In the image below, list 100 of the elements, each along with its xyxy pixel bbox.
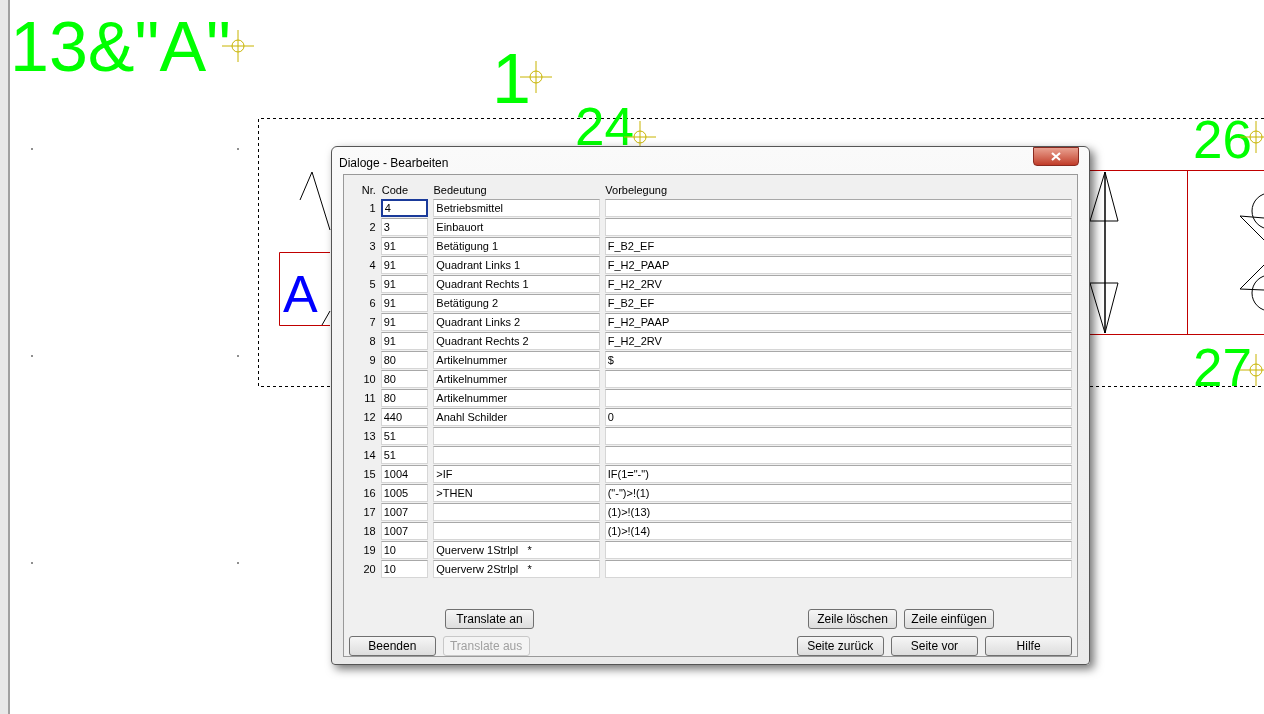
meaning-field[interactable]: Querverw 1Strlpl * bbox=[433, 541, 600, 559]
row-number: 12 bbox=[362, 409, 376, 425]
default-value-field[interactable]: (1)>!(13) bbox=[604, 503, 1072, 521]
code-field[interactable]: 91 bbox=[380, 275, 429, 293]
meaning-field[interactable]: Anahl Schilder bbox=[433, 408, 600, 426]
meaning-field[interactable] bbox=[433, 522, 600, 540]
meaning-field[interactable]: Quadrant Rechts 1 bbox=[433, 275, 600, 293]
canvas-label: 26 bbox=[1193, 113, 1252, 166]
row-number: 20 bbox=[362, 561, 376, 577]
dialog-button[interactable]: Hilfe bbox=[985, 636, 1072, 656]
default-value-field[interactable] bbox=[604, 427, 1072, 445]
dialog-button[interactable]: Beenden bbox=[349, 636, 436, 656]
canvas-label: A bbox=[283, 268, 318, 320]
meaning-field[interactable]: Querverw 2Strlpl * bbox=[433, 560, 600, 578]
meaning-field[interactable] bbox=[433, 427, 600, 445]
meaning-field[interactable]: Artikelnummer bbox=[433, 389, 600, 407]
default-value-field[interactable] bbox=[604, 560, 1072, 578]
default-value-field[interactable] bbox=[604, 218, 1072, 236]
code-field[interactable]: 51 bbox=[380, 427, 429, 445]
code-field[interactable]: 91 bbox=[380, 237, 429, 255]
row-number: 8 bbox=[368, 333, 376, 349]
code-field[interactable]: 91 bbox=[380, 256, 429, 274]
code-field[interactable]: 1004 bbox=[380, 465, 429, 483]
default-value-field[interactable] bbox=[604, 389, 1072, 407]
column-header: Bedeutung bbox=[433, 182, 488, 198]
row-number: 19 bbox=[362, 542, 376, 558]
canvas-label: 27 bbox=[1193, 341, 1252, 394]
default-value-field[interactable]: F_B2_EF bbox=[604, 237, 1072, 255]
meaning-field[interactable]: Quadrant Links 1 bbox=[433, 256, 600, 274]
meaning-field[interactable]: Artikelnummer bbox=[433, 351, 600, 369]
row-number: 9 bbox=[368, 352, 376, 368]
meaning-field[interactable]: >IF bbox=[433, 465, 600, 483]
row-number: 18 bbox=[362, 523, 376, 539]
canvas-label: 24 bbox=[575, 100, 634, 153]
default-value-field[interactable]: F_H2_PAAP bbox=[604, 313, 1072, 331]
default-value-field[interactable]: ("-")>!(1) bbox=[604, 484, 1072, 502]
row-number: 1 bbox=[368, 200, 376, 216]
code-field[interactable]: 80 bbox=[380, 370, 429, 388]
code-field[interactable]: 1007 bbox=[380, 503, 429, 521]
code-field[interactable]: 91 bbox=[380, 313, 429, 331]
code-field[interactable]: 1007 bbox=[380, 522, 429, 540]
close-icon bbox=[1051, 152, 1061, 161]
row-number: 11 bbox=[363, 390, 376, 406]
meaning-field[interactable]: Betriebsmittel bbox=[433, 199, 600, 217]
row-number: 5 bbox=[368, 276, 376, 292]
meaning-field[interactable]: Quadrant Rechts 2 bbox=[433, 332, 600, 350]
code-field[interactable]: 440 bbox=[380, 408, 429, 426]
default-value-field[interactable]: (1)>!(14) bbox=[604, 522, 1072, 540]
row-number: 13 bbox=[362, 428, 376, 444]
dialog-button[interactable]: Zeile einfügen bbox=[904, 609, 994, 629]
column-header: Code bbox=[380, 182, 410, 198]
row-number: 2 bbox=[368, 219, 376, 235]
code-field[interactable]: 91 bbox=[380, 294, 429, 312]
window-title: Dialoge - Bearbeiten bbox=[339, 155, 449, 172]
code-field[interactable]: 91 bbox=[380, 332, 429, 350]
close-button[interactable] bbox=[1033, 147, 1079, 166]
code-field[interactable]: 80 bbox=[380, 351, 429, 369]
dialog-button[interactable]: Seite zurück bbox=[796, 636, 884, 656]
code-field[interactable]: 3 bbox=[380, 218, 429, 236]
meaning-field[interactable] bbox=[433, 503, 600, 521]
row-number: 15 bbox=[362, 466, 376, 482]
default-value-field[interactable] bbox=[604, 541, 1072, 559]
row-number: 3 bbox=[368, 238, 376, 254]
default-value-field[interactable]: F_H2_PAAP bbox=[604, 256, 1072, 274]
code-field[interactable]: 4 bbox=[380, 199, 429, 217]
default-value-field[interactable]: F_H2_2RV bbox=[604, 275, 1072, 293]
meaning-field[interactable]: >THEN bbox=[433, 484, 600, 502]
meaning-field[interactable]: Einbauort bbox=[433, 218, 600, 236]
default-value-field[interactable]: F_B2_EF bbox=[604, 294, 1072, 312]
column-header: Vorbelegung bbox=[605, 182, 669, 198]
code-field[interactable]: 10 bbox=[380, 541, 429, 559]
default-value-field[interactable]: IF(1="-") bbox=[604, 465, 1072, 483]
code-field[interactable]: 10 bbox=[380, 560, 429, 578]
dialog-button[interactable]: Seite vor bbox=[890, 636, 979, 656]
default-value-field[interactable] bbox=[604, 199, 1072, 217]
row-number: 6 bbox=[368, 295, 376, 311]
code-field[interactable]: 51 bbox=[380, 446, 429, 464]
code-field[interactable]: 1005 bbox=[380, 484, 429, 502]
dialog-button[interactable]: Translate an bbox=[445, 609, 534, 629]
canvas-label: 13&"A" bbox=[10, 12, 231, 82]
row-number: 17 bbox=[362, 504, 376, 520]
row-number: 10 bbox=[362, 371, 376, 387]
default-value-field[interactable]: 0 bbox=[604, 408, 1072, 426]
row-number: 14 bbox=[362, 447, 376, 463]
code-field[interactable]: 80 bbox=[380, 389, 429, 407]
canvas-label: 1 bbox=[492, 44, 531, 114]
column-header: Nr. bbox=[360, 182, 376, 198]
default-value-field[interactable]: F_H2_2RV bbox=[604, 332, 1072, 350]
dialog-button[interactable]: Zeile löschen bbox=[808, 609, 897, 629]
default-value-field[interactable] bbox=[604, 446, 1072, 464]
row-number: 4 bbox=[368, 257, 376, 273]
meaning-field[interactable]: Betätigung 1 bbox=[433, 237, 600, 255]
meaning-field[interactable]: Artikelnummer bbox=[433, 370, 600, 388]
meaning-field[interactable]: Betätigung 2 bbox=[433, 294, 600, 312]
meaning-field[interactable]: Quadrant Links 2 bbox=[433, 313, 600, 331]
default-value-field[interactable] bbox=[604, 370, 1072, 388]
meaning-field[interactable] bbox=[433, 446, 600, 464]
default-value-field[interactable]: $ bbox=[604, 351, 1072, 369]
row-number: 7 bbox=[368, 314, 376, 330]
row-number: 16 bbox=[362, 485, 376, 501]
